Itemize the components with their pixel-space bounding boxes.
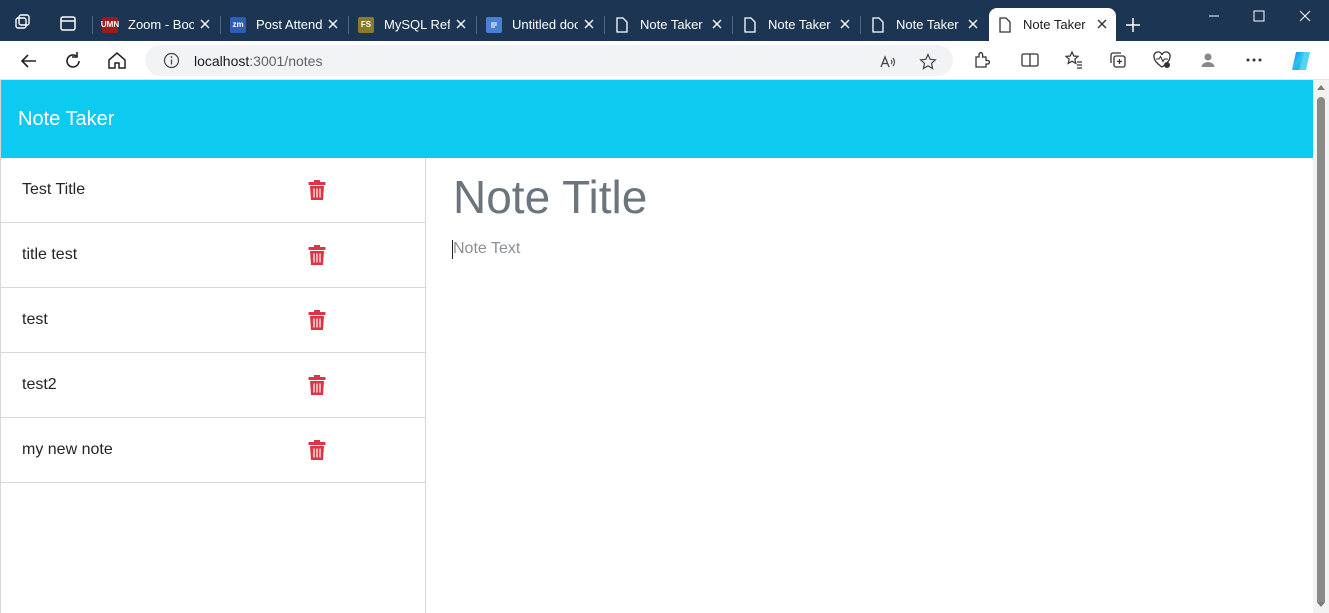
- page-icon: [870, 16, 886, 33]
- new-tab-icon[interactable]: [1122, 14, 1144, 36]
- tab-actions-icon[interactable]: [55, 12, 81, 36]
- note-title[interactable]: test: [22, 311, 48, 329]
- close-icon[interactable]: [581, 16, 597, 32]
- minimize-icon[interactable]: [1202, 6, 1226, 26]
- tab-favicon-icon: UMN: [101, 16, 119, 33]
- browser-tab-strip: UMN Zoom - Boo zm Post Attend FS MySQL R…: [0, 0, 1329, 41]
- trash-icon[interactable]: [308, 310, 326, 330]
- maximize-icon[interactable]: [1247, 6, 1271, 26]
- tab-label: Note Taker: [768, 17, 831, 32]
- note-taker-page: Note Taker Test Title title test test te…: [0, 80, 1313, 613]
- tab-label: MySQL Refe: [384, 17, 450, 32]
- scroll-up-arrow-icon[interactable]: [1317, 85, 1325, 90]
- list-item[interactable]: my new note: [1, 418, 425, 483]
- app-body: Test Title title test test test2 my new …: [1, 158, 1313, 613]
- note-editor: [427, 158, 1313, 613]
- scroll-down-arrow-icon[interactable]: [1317, 602, 1325, 607]
- list-item[interactable]: Test Title: [1, 158, 425, 223]
- app-navbar: Note Taker: [1, 80, 1313, 158]
- split-screen-icon[interactable]: [1020, 50, 1040, 70]
- more-options-icon[interactable]: [1244, 50, 1264, 70]
- tab-zoom[interactable]: UMN Zoom - Boo: [94, 8, 219, 41]
- tab-label: Note Taker: [640, 17, 703, 32]
- workspaces-icon[interactable]: [12, 12, 34, 34]
- close-icon[interactable]: [965, 16, 981, 32]
- profile-avatar-icon[interactable]: [1198, 50, 1218, 70]
- tab-label: Zoom - Boo: [128, 17, 194, 32]
- tab-label: Note Taker: [1023, 17, 1086, 32]
- tab-separator: [476, 16, 477, 34]
- extensions-icon[interactable]: [972, 50, 992, 70]
- text-caret: [452, 240, 453, 259]
- note-title[interactable]: my new note: [22, 441, 113, 459]
- tab-label: Note Taker: [896, 17, 959, 32]
- tab-label: Post Attend: [256, 17, 322, 32]
- browser-toolbar: localhost:3001/notes: [0, 41, 1329, 80]
- trash-icon[interactable]: [308, 375, 326, 395]
- tab-separator: [732, 16, 733, 34]
- refresh-icon[interactable]: [61, 49, 85, 73]
- tab-separator: [348, 16, 349, 34]
- close-icon[interactable]: [453, 16, 469, 32]
- list-item[interactable]: test2: [1, 353, 425, 418]
- window-close-icon[interactable]: [1293, 6, 1317, 26]
- tab-mysql-reference[interactable]: FS MySQL Refe: [350, 8, 475, 41]
- close-icon[interactable]: [837, 16, 853, 32]
- tab-separator: [604, 16, 605, 34]
- favorites-icon[interactable]: [1064, 50, 1084, 70]
- back-arrow-icon[interactable]: [17, 49, 41, 73]
- note-title-input[interactable]: [453, 170, 1253, 224]
- list-item[interactable]: title test: [1, 223, 425, 288]
- page-icon: [742, 16, 758, 33]
- trash-icon[interactable]: [308, 245, 326, 265]
- tab-label: Untitled doc: [512, 17, 578, 32]
- tab-favicon-icon: FS: [358, 16, 374, 33]
- tab-note-taker[interactable]: Note Taker: [862, 8, 987, 41]
- note-title[interactable]: test2: [22, 376, 57, 394]
- tab-separator: [220, 16, 221, 34]
- page-icon: [997, 16, 1013, 33]
- favorite-star-icon[interactable]: [919, 53, 937, 71]
- tab-note-taker[interactable]: Note Taker: [606, 8, 731, 41]
- notes-list: Test Title title test test test2 my new …: [1, 158, 426, 613]
- close-icon[interactable]: [1094, 16, 1110, 32]
- url-host: localhost: [194, 53, 250, 69]
- browser-essentials-icon[interactable]: [1152, 50, 1172, 70]
- site-info-icon[interactable]: [163, 52, 180, 69]
- docs-icon: [486, 16, 502, 33]
- collections-icon[interactable]: [1108, 50, 1128, 70]
- tab-note-taker-active[interactable]: Note Taker: [989, 8, 1116, 41]
- tab-separator: [860, 16, 861, 34]
- close-icon[interactable]: [197, 16, 213, 32]
- page-icon: [614, 16, 630, 33]
- tab-favicon-icon: zm: [230, 16, 246, 33]
- note-title[interactable]: Test Title: [22, 181, 85, 199]
- list-item[interactable]: test: [1, 288, 425, 353]
- note-title[interactable]: title test: [22, 246, 77, 264]
- address-bar[interactable]: localhost:3001/notes: [145, 45, 953, 76]
- page-scrollbar[interactable]: [1313, 80, 1329, 613]
- app-brand[interactable]: Note Taker: [18, 108, 114, 131]
- tab-post-attendance[interactable]: zm Post Attend: [222, 8, 347, 41]
- trash-icon[interactable]: [308, 440, 326, 460]
- url-path: :3001/notes: [249, 53, 323, 69]
- trash-icon[interactable]: [308, 180, 326, 200]
- read-aloud-icon[interactable]: [879, 53, 897, 71]
- note-text-input[interactable]: [453, 240, 1253, 540]
- tab-separator: [92, 16, 93, 34]
- scrollbar-thumb[interactable]: [1317, 97, 1325, 605]
- url-text[interactable]: localhost:3001/notes: [194, 53, 322, 69]
- close-icon[interactable]: [709, 16, 725, 32]
- close-icon[interactable]: [325, 16, 341, 32]
- tab-note-taker[interactable]: Note Taker: [734, 8, 859, 41]
- tab-untitled-document[interactable]: Untitled doc: [478, 8, 603, 41]
- home-icon[interactable]: [105, 49, 129, 73]
- copilot-icon[interactable]: [1289, 49, 1313, 73]
